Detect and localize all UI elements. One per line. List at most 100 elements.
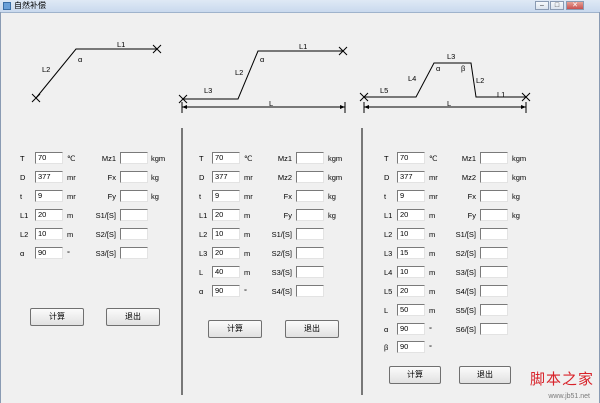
param-unit: m xyxy=(244,249,251,258)
input-alpha[interactable]: 90 xyxy=(35,247,63,259)
output-label: Fx xyxy=(107,173,116,182)
param-label: L1 xyxy=(384,211,393,220)
input-alpha[interactable]: 90 xyxy=(397,323,425,335)
output-unit: kg xyxy=(328,192,336,201)
input-l4[interactable]: 10 xyxy=(397,266,425,278)
output-s3[interactable] xyxy=(120,247,148,259)
param-unit: m xyxy=(429,287,436,296)
input-beta[interactable]: 90 xyxy=(397,341,425,353)
output-s4[interactable] xyxy=(296,285,324,297)
calculate-button[interactable]: 计算 xyxy=(30,308,84,326)
output-s5[interactable] xyxy=(480,304,508,316)
input-l1[interactable]: 20 xyxy=(397,209,425,221)
diagram1-label-l2: L2 xyxy=(42,65,51,74)
output-s3[interactable] xyxy=(480,266,508,278)
exit-button[interactable]: 退出 xyxy=(285,320,339,338)
minimize-button[interactable]: – xyxy=(535,1,549,10)
diagram3-label-beta: β xyxy=(461,64,466,73)
param-unit: mr xyxy=(244,192,253,201)
param-label: L2 xyxy=(199,230,208,239)
diagram3-label-l1: L1 xyxy=(497,90,506,99)
input-thickness[interactable]: 9 xyxy=(212,190,240,202)
diagram2-label-l1: L1 xyxy=(299,42,308,51)
input-d[interactable]: 377 xyxy=(397,171,425,183)
input-l1[interactable]: 20 xyxy=(35,209,63,221)
output-label: S3/[S] xyxy=(455,268,476,277)
input-l[interactable]: 50 xyxy=(397,304,425,316)
param-unit: m xyxy=(429,249,436,258)
output-unit: kg xyxy=(512,192,520,201)
output-fy[interactable] xyxy=(480,209,508,221)
input-thickness[interactable]: 9 xyxy=(397,190,425,202)
output-label: S6/[S] xyxy=(455,325,476,334)
input-alpha[interactable]: 90 xyxy=(212,285,240,297)
diagram3-label-l2: L2 xyxy=(476,76,485,85)
output-label: Fy xyxy=(283,211,292,220)
output-label: S2/[S] xyxy=(95,230,116,239)
calculate-button[interactable]: 计算 xyxy=(389,366,441,384)
output-fx[interactable] xyxy=(120,171,148,183)
output-mz2[interactable] xyxy=(296,171,324,183)
close-button[interactable]: ✕ xyxy=(566,1,584,10)
diagram3-label-alpha: α xyxy=(436,64,441,73)
output-s2[interactable] xyxy=(296,247,324,259)
output-s1[interactable] xyxy=(120,209,148,221)
output-label: Mz2 xyxy=(461,173,476,182)
input-d[interactable]: 377 xyxy=(35,171,63,183)
output-s1[interactable] xyxy=(296,228,324,240)
exit-button[interactable]: 退出 xyxy=(106,308,160,326)
output-s1[interactable] xyxy=(480,228,508,240)
output-mz1[interactable] xyxy=(480,152,508,164)
input-l2[interactable]: 10 xyxy=(397,228,425,240)
output-mz1[interactable] xyxy=(296,152,324,164)
input-l2[interactable]: 10 xyxy=(35,228,63,240)
output-s2[interactable] xyxy=(480,247,508,259)
output-fy[interactable] xyxy=(120,190,148,202)
output-s4[interactable] xyxy=(480,285,508,297)
output-s6[interactable] xyxy=(480,323,508,335)
param-unit: m xyxy=(244,230,251,239)
input-l[interactable]: 40 xyxy=(212,266,240,278)
param-unit: ° xyxy=(67,249,70,258)
diagram2-label-l3: L3 xyxy=(204,86,213,95)
output-fy[interactable] xyxy=(296,209,324,221)
input-t[interactable]: 70 xyxy=(397,152,425,164)
output-s2[interactable] xyxy=(120,228,148,240)
param-label: α xyxy=(199,287,204,296)
maximize-button[interactable]: □ xyxy=(550,1,564,10)
output-unit: kgm xyxy=(328,173,343,182)
output-label: S3/[S] xyxy=(271,268,292,277)
input-l3[interactable]: 20 xyxy=(212,247,240,259)
input-thickness[interactable]: 9 xyxy=(35,190,63,202)
watermark-url: www.jb51.net xyxy=(548,393,590,400)
output-label: Mz1 xyxy=(277,154,292,163)
output-fx[interactable] xyxy=(296,190,324,202)
output-mz2[interactable] xyxy=(480,171,508,183)
param-unit: ℃ xyxy=(429,154,438,163)
input-d[interactable]: 377 xyxy=(212,171,240,183)
calculate-button[interactable]: 计算 xyxy=(208,320,262,338)
param-unit: mr xyxy=(244,173,253,182)
param-unit: ° xyxy=(429,325,432,334)
diagram3-label-l3: L3 xyxy=(447,52,456,61)
output-s3[interactable] xyxy=(296,266,324,278)
input-l5[interactable]: 20 xyxy=(397,285,425,297)
output-unit: kgm xyxy=(151,154,166,163)
output-fx[interactable] xyxy=(480,190,508,202)
output-label: S4/[S] xyxy=(271,287,292,296)
output-label: S4/[S] xyxy=(455,287,476,296)
input-l1[interactable]: 20 xyxy=(212,209,240,221)
output-mz1[interactable] xyxy=(120,152,148,164)
input-t[interactable]: 70 xyxy=(35,152,63,164)
param-label: T xyxy=(384,154,389,163)
input-l3[interactable]: 15 xyxy=(397,247,425,259)
input-t[interactable]: 70 xyxy=(212,152,240,164)
output-unit: kgm xyxy=(328,154,343,163)
param-unit: ° xyxy=(429,343,432,352)
output-unit: kgm xyxy=(512,173,527,182)
window-title: 自然补偿 xyxy=(14,1,46,10)
param-unit: mr xyxy=(67,173,76,182)
param-label: β xyxy=(384,343,389,352)
input-l2[interactable]: 10 xyxy=(212,228,240,240)
exit-button[interactable]: 退出 xyxy=(459,366,511,384)
